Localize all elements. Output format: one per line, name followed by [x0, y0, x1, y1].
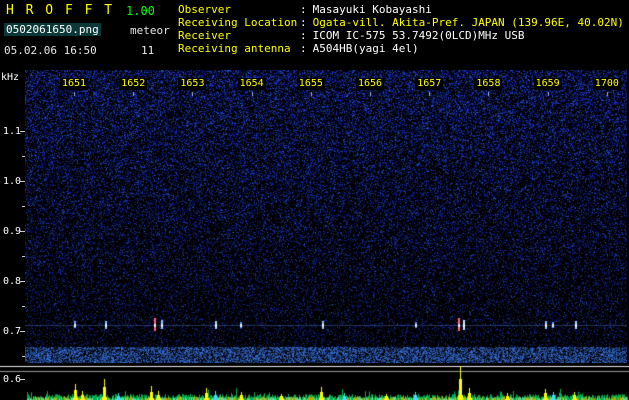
app-version: 1.00 [126, 4, 155, 18]
hrofft-window: H R O F F T 1.00 0502061650.png meteor 0… [0, 0, 629, 400]
mode-label: meteor [130, 24, 170, 37]
info-label: Receiving Location [178, 16, 298, 29]
info-row-receiver: Receiver: ICOM IC-575 53.7492(0LCD)MHz US… [178, 29, 624, 42]
station-info: Observer: Masayuki Kobayashi Receiving Lo… [178, 3, 624, 55]
time-label: 1658 [474, 78, 503, 90]
freq-minor-tick [22, 306, 25, 307]
info-colon: : [300, 42, 307, 55]
info-row-observer: Observer: Masayuki Kobayashi [178, 3, 624, 16]
info-row-location: Receiving Location: Ogata-vill. Akita-Pre… [178, 16, 624, 29]
echo-count: 11 [141, 44, 155, 57]
freq-tick [20, 181, 25, 182]
info-value: ICOM IC-575 53.7492(0LCD)MHz USB [312, 29, 525, 42]
frequency-axis: kHz 1.1 1.0 0.9 0.8 0.7 0.6 [0, 0, 30, 400]
time-label: 1653 [178, 78, 207, 90]
freq-label: 0.9 [3, 226, 22, 237]
freq-tick [20, 231, 25, 232]
freq-label: 0.6 [3, 374, 22, 385]
time-label: 1651 [60, 78, 89, 90]
info-label: Observer [178, 3, 231, 16]
freq-label: 0.8 [3, 276, 22, 287]
info-colon: : [300, 29, 307, 42]
time-axis: 1651 1652 1653 1654 1655 1656 1657 1658 1659 1700 [25, 78, 627, 91]
time-label: 1657 [415, 78, 444, 90]
freq-label: 1.0 [3, 176, 22, 187]
freq-minor-tick [22, 206, 25, 207]
freq-tick [20, 131, 25, 132]
time-label: 1656 [356, 78, 385, 90]
info-value: Masayuki Kobayashi [312, 3, 432, 16]
info-value: A504HB(yagi 4el) [312, 42, 419, 55]
freq-minor-tick [22, 256, 25, 257]
freq-label: 0.7 [3, 326, 22, 337]
time-label: 1654 [237, 78, 266, 90]
freq-unit-label: kHz [1, 72, 20, 83]
freq-minor-tick [22, 156, 25, 157]
freq-tick [20, 379, 25, 380]
info-label: Receiver [178, 29, 231, 42]
info-value: Ogata-vill. Akita-Pref. JAPAN (139.96E, … [312, 16, 624, 29]
info-colon: : [300, 16, 307, 29]
freq-label: 1.1 [3, 126, 22, 137]
time-label: 1655 [296, 78, 325, 90]
spectrogram-canvas [25, 70, 627, 363]
level-plot-canvas [0, 363, 629, 400]
info-row-antenna: Receiving antenna: A504HB(yagi 4el) [178, 42, 624, 55]
info-label: Receiving antenna [178, 42, 291, 55]
time-label: 1659 [533, 78, 562, 90]
time-label: 1652 [119, 78, 148, 90]
freq-tick [20, 281, 25, 282]
freq-minor-tick [22, 356, 25, 357]
time-label: 1700 [592, 78, 621, 90]
info-colon: : [300, 3, 307, 16]
freq-tick [20, 331, 25, 332]
